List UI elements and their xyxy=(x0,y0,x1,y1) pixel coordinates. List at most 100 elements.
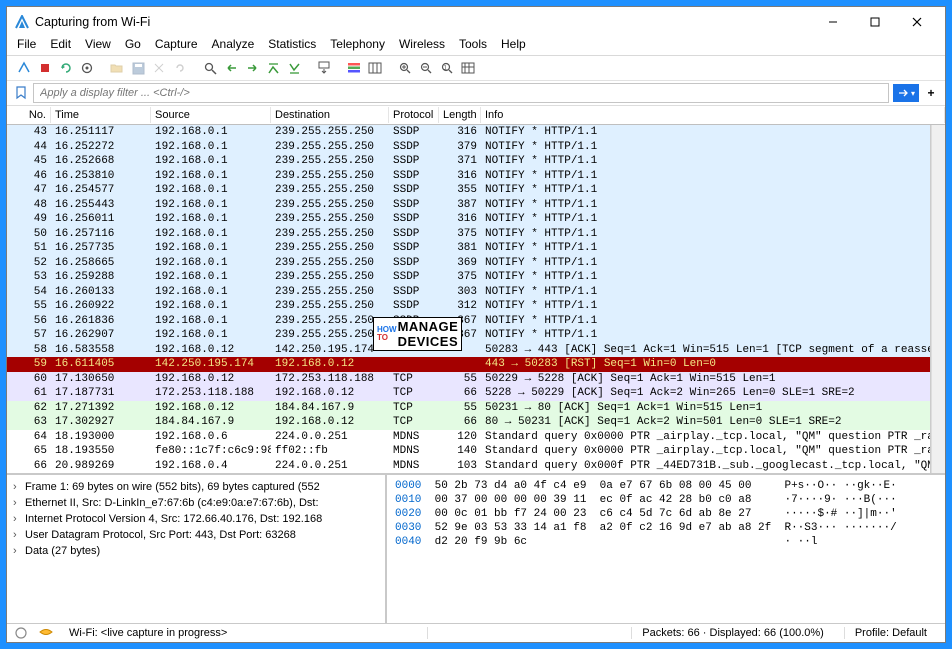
packet-list[interactable]: 4316.251117192.168.0.1239.255.255.250SSD… xyxy=(7,125,931,473)
auto-scroll-button[interactable] xyxy=(315,59,333,77)
main-toolbar: 1 xyxy=(7,56,945,81)
bookmark-icon[interactable] xyxy=(13,86,29,100)
packet-row[interactable]: 5216.258665192.168.0.1239.255.255.250SSD… xyxy=(7,256,930,271)
statusbar: Wi-Fi: <live capture in progress> Packet… xyxy=(7,623,945,642)
packet-list-header[interactable]: No. Time Source Destination Protocol Len… xyxy=(7,106,945,125)
packet-row[interactable]: 6418.193000192.168.0.6224.0.0.251MDNS120… xyxy=(7,430,930,445)
capture-options-button[interactable] xyxy=(78,59,96,77)
reload-button[interactable] xyxy=(171,59,189,77)
header-info[interactable]: Info xyxy=(481,107,945,123)
filter-apply-button[interactable]: ▾ xyxy=(893,84,919,102)
colorize-button[interactable] xyxy=(345,59,363,77)
packet-row[interactable]: 4816.255443192.168.0.1239.255.255.250SSD… xyxy=(7,198,930,213)
header-length[interactable]: Length xyxy=(439,107,481,123)
status-profile[interactable]: Profile: Default xyxy=(844,627,937,639)
tree-item[interactable]: ›Frame 1: 69 bytes on wire (552 bits), 6… xyxy=(13,479,379,495)
packet-row[interactable]: 6017.130650192.168.0.12172.253.118.188TC… xyxy=(7,372,930,387)
packet-row[interactable]: 6117.187731172.253.118.188192.168.0.12TC… xyxy=(7,386,930,401)
packet-row[interactable]: 6518.193550fe80::1c7f:c6c9:986…ff02::fbM… xyxy=(7,444,930,459)
zoom-in-button[interactable] xyxy=(396,59,414,77)
packet-row[interactable]: 5716.262907192.168.0.1239.255.255.250SSD… xyxy=(7,328,930,343)
menu-capture[interactable]: Capture xyxy=(155,37,198,51)
interface-list-button[interactable] xyxy=(15,59,33,77)
packet-list-container: 4316.251117192.168.0.1239.255.255.250SSD… xyxy=(7,125,945,473)
window-title: Capturing from Wi-Fi xyxy=(35,15,819,29)
packet-row[interactable]: 4316.251117192.168.0.1239.255.255.250SSD… xyxy=(7,125,930,140)
menu-edit[interactable]: Edit xyxy=(50,37,71,51)
resize-all-button[interactable] xyxy=(459,59,477,77)
packet-details-tree[interactable]: ›Frame 1: 69 bytes on wire (552 bits), 6… xyxy=(7,475,387,623)
zoom-out-button[interactable] xyxy=(417,59,435,77)
menubar: File Edit View Go Capture Analyze Statistics Te… xyxy=(7,35,945,56)
main-window: Capturing from Wi-Fi File Edit View Go Captu… xyxy=(6,6,946,643)
go-to-first-button[interactable] xyxy=(285,59,303,77)
go-to-packet-button[interactable] xyxy=(264,59,282,77)
packet-row[interactable]: 5816.583558192.168.0.12142.250.195.17450… xyxy=(7,343,930,358)
menu-tools[interactable]: Tools xyxy=(459,37,487,51)
packet-list-scrollbar[interactable] xyxy=(931,125,945,473)
hex-line[interactable]: 0040 d2 20 f9 9b 6c · ··l xyxy=(395,535,937,549)
packet-row[interactable]: 6317.302927184.84.167.9192.168.0.12TCP66… xyxy=(7,415,930,430)
menu-view[interactable]: View xyxy=(85,37,111,51)
minimize-button[interactable] xyxy=(819,12,847,32)
hex-line[interactable]: 0030 52 9e 03 53 33 14 a1 f8 a2 0f c2 16… xyxy=(395,521,937,535)
tree-item[interactable]: ›Internet Protocol Version 4, Src: 172.6… xyxy=(13,511,379,527)
packet-row[interactable]: 4716.254577192.168.0.1239.255.255.250SSD… xyxy=(7,183,930,198)
packet-row[interactable]: 5116.257735192.168.0.1239.255.255.250SSD… xyxy=(7,241,930,256)
status-stop-icon[interactable] xyxy=(15,627,29,639)
tree-item[interactable]: ›Ethernet II, Src: D-LinkIn_e7:67:6b (c4… xyxy=(13,495,379,511)
status-packets: Packets: 66 · Displayed: 66 (100.0%) xyxy=(631,627,834,639)
open-file-button[interactable] xyxy=(108,59,126,77)
tree-item[interactable]: ›User Datagram Protocol, Src Port: 443, … xyxy=(13,527,379,543)
packet-row[interactable]: 5016.257116192.168.0.1239.255.255.250SSD… xyxy=(7,227,930,242)
menu-file[interactable]: File xyxy=(17,37,36,51)
tree-item[interactable]: ›Data (27 bytes) xyxy=(13,543,379,559)
status-expert-icon[interactable] xyxy=(39,627,53,639)
go-forward-button[interactable] xyxy=(243,59,261,77)
restart-capture-button[interactable] xyxy=(57,59,75,77)
close-button[interactable] xyxy=(903,12,931,32)
zoom-reset-button[interactable]: 1 xyxy=(438,59,456,77)
resize-columns-button[interactable] xyxy=(366,59,384,77)
stop-capture-button[interactable] xyxy=(36,59,54,77)
filter-bar: ▾ + xyxy=(7,81,945,106)
maximize-button[interactable] xyxy=(861,12,889,32)
menu-statistics[interactable]: Statistics xyxy=(268,37,316,51)
packet-row[interactable]: 5516.260922192.168.0.1239.255.255.250SSD… xyxy=(7,299,930,314)
titlebar: Capturing from Wi-Fi xyxy=(7,7,945,35)
packet-row[interactable]: 6217.271392192.168.0.12184.84.167.9TCP55… xyxy=(7,401,930,416)
menu-wireless[interactable]: Wireless xyxy=(399,37,445,51)
packet-row[interactable]: 5616.261836192.168.0.1239.255.255.250SSD… xyxy=(7,314,930,329)
filter-add-button[interactable]: + xyxy=(923,84,939,102)
header-no[interactable]: No. xyxy=(7,107,51,123)
menu-telephony[interactable]: Telephony xyxy=(330,37,385,51)
packet-row[interactable]: 4416.252272192.168.0.1239.255.255.250SSD… xyxy=(7,140,930,155)
packet-bytes-hex[interactable]: 0000 50 2b 73 d4 a0 4f c4 e9 0a e7 67 6b… xyxy=(387,475,945,623)
header-time[interactable]: Time xyxy=(51,107,151,123)
packet-row[interactable]: 4916.256011192.168.0.1239.255.255.250SSD… xyxy=(7,212,930,227)
find-button[interactable] xyxy=(201,59,219,77)
packet-row[interactable]: 4616.253810192.168.0.1239.255.255.250SSD… xyxy=(7,169,930,184)
save-file-button[interactable] xyxy=(129,59,147,77)
packet-row[interactable]: 4516.252668192.168.0.1239.255.255.250SSD… xyxy=(7,154,930,169)
menu-help[interactable]: Help xyxy=(501,37,526,51)
window-controls xyxy=(819,12,937,32)
close-file-button[interactable] xyxy=(150,59,168,77)
header-protocol[interactable]: Protocol xyxy=(389,107,439,123)
menu-analyze[interactable]: Analyze xyxy=(212,37,255,51)
header-source[interactable]: Source xyxy=(151,107,271,123)
detail-panes: ›Frame 1: 69 bytes on wire (552 bits), 6… xyxy=(7,473,945,623)
hex-line[interactable]: 0000 50 2b 73 d4 a0 4f c4 e9 0a e7 67 6b… xyxy=(395,479,937,493)
packet-row[interactable]: 5416.260133192.168.0.1239.255.255.250SSD… xyxy=(7,285,930,300)
hex-line[interactable]: 0010 00 37 00 00 00 00 39 11 ec 0f ac 42… xyxy=(395,493,937,507)
header-destination[interactable]: Destination xyxy=(271,107,389,123)
packet-row[interactable]: 5316.259288192.168.0.1239.255.255.250SSD… xyxy=(7,270,930,285)
status-capture-info: Wi-Fi: <live capture in progress> xyxy=(63,627,428,639)
hex-line[interactable]: 0020 00 0c 01 bb f7 24 00 23 c6 c4 5d 7c… xyxy=(395,507,937,521)
menu-go[interactable]: Go xyxy=(125,37,141,51)
packet-row[interactable]: 5916.611405142.250.195.174192.168.0.1244… xyxy=(7,357,930,372)
display-filter-input[interactable] xyxy=(33,83,889,103)
app-icon xyxy=(15,15,29,29)
go-back-button[interactable] xyxy=(222,59,240,77)
packet-row[interactable]: 6620.989269192.168.0.4224.0.0.251MDNS103… xyxy=(7,459,930,474)
